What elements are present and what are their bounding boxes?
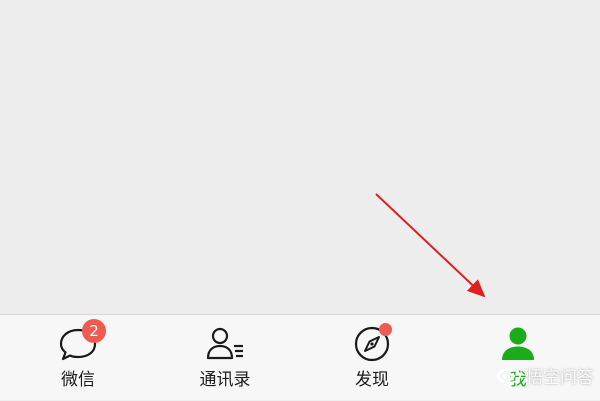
tab-me[interactable]: 我 <box>458 315 578 401</box>
tab-label: 发现 <box>355 370 389 390</box>
wukong-logo-icon <box>497 368 521 383</box>
new-dot-badge <box>379 323 392 336</box>
chat-bubble-icon: 2 <box>58 319 106 364</box>
tab-discover[interactable]: 发现 <box>312 315 432 401</box>
watermark: 悟空问答 <box>496 363 594 388</box>
compass-icon <box>352 323 392 364</box>
contacts-icon <box>205 324 245 364</box>
person-icon <box>498 324 538 364</box>
tab-contacts[interactable]: 通讯录 <box>165 315 285 401</box>
tab-label: 通讯录 <box>199 370 251 390</box>
watermark-text: 悟空问答 <box>526 368 594 388</box>
tab-chats[interactable]: 2 微信 <box>18 315 138 401</box>
content-area <box>0 0 600 314</box>
tab-label: 微信 <box>61 370 95 390</box>
unread-badge: 2 <box>82 319 106 343</box>
